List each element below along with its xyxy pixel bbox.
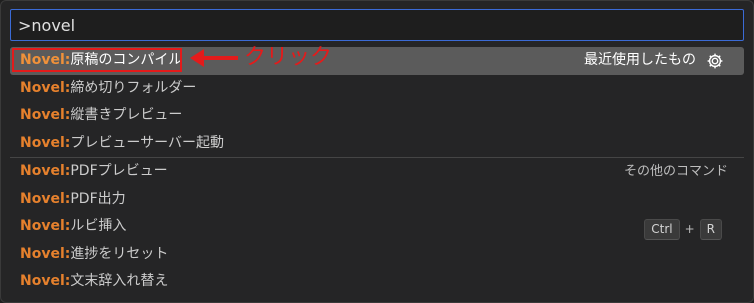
command-prefix: Novel: bbox=[20, 163, 71, 179]
command-label: Novel:ルビ挿入 bbox=[20, 213, 126, 240]
other-commands-label: その他のコマンド bbox=[623, 164, 728, 179]
command-prefix: Novel: bbox=[20, 107, 71, 123]
left-arrow-icon bbox=[190, 48, 238, 67]
command-prefix: Novel: bbox=[20, 134, 71, 151]
command-text: ルビ挿入 bbox=[70, 218, 127, 234]
keybinding-plus: + bbox=[684, 222, 695, 236]
command-palette: Novel:原稿のコンパイル クリック 最近使用したもの Novel:締め切りフ… bbox=[0, 0, 754, 303]
gear-icon[interactable] bbox=[706, 52, 724, 70]
command-prefix: Novel: bbox=[20, 218, 71, 234]
annotation-highlight-box bbox=[12, 48, 182, 72]
click-annotation-text: クリック bbox=[244, 45, 333, 70]
command-row-compile[interactable]: Novel:原稿のコンパイル クリック 最近使用したもの bbox=[10, 44, 744, 75]
command-text: 締め切りフォルダー bbox=[70, 79, 197, 96]
command-text: PDFプレビュー bbox=[70, 163, 168, 179]
command-label: Novel:文末辞入れ替え bbox=[20, 268, 168, 295]
command-row-pdf-preview[interactable]: Novel:PDFプレビュー その他のコマンド bbox=[10, 158, 744, 186]
command-prefix: Novel: bbox=[20, 79, 71, 96]
command-row-swap-sentence-endings[interactable]: Novel:文末辞入れ替え bbox=[10, 268, 744, 296]
command-prefix: Novel: bbox=[20, 273, 71, 289]
command-row-deadline-folder[interactable]: Novel:締め切りフォルダー bbox=[10, 75, 744, 103]
keybinding: Ctrl + R bbox=[644, 216, 722, 243]
command-text: 文末辞入れ替え bbox=[70, 273, 169, 289]
command-text: 縦書きプレビュー bbox=[70, 107, 183, 123]
command-label: Novel:進捗をリセット bbox=[20, 241, 168, 268]
command-row-reset-progress[interactable]: Novel:進捗をリセット bbox=[10, 241, 744, 269]
command-row-insert-ruby[interactable]: Novel:ルビ挿入 Ctrl + R bbox=[10, 213, 744, 241]
command-prefix: Novel: bbox=[20, 245, 71, 262]
command-row-vertical-preview[interactable]: Novel:縦書きプレビュー bbox=[10, 102, 744, 130]
command-row-pdf-output[interactable]: Novel:PDF出力 bbox=[10, 186, 744, 214]
command-text: PDF出力 bbox=[70, 190, 126, 207]
recently-used-label: 最近使用したもの bbox=[584, 52, 696, 68]
keybinding-key-r: R bbox=[699, 219, 722, 240]
command-label: Novel:プレビューサーバー起動 bbox=[20, 130, 224, 157]
command-text: 進捗をリセット bbox=[70, 245, 169, 262]
command-text: プレビューサーバー起動 bbox=[70, 134, 224, 151]
command-label: Novel:縦書きプレビュー bbox=[20, 102, 182, 129]
command-search-input[interactable] bbox=[10, 9, 744, 41]
command-row-preview-server[interactable]: Novel:プレビューサーバー起動 bbox=[10, 130, 744, 158]
command-label: Novel:PDFプレビュー bbox=[20, 158, 168, 185]
command-label: Novel:PDF出力 bbox=[20, 186, 126, 213]
command-prefix: Novel: bbox=[20, 190, 71, 207]
command-label: Novel:締め切りフォルダー bbox=[20, 75, 196, 102]
keybinding-key-ctrl: Ctrl bbox=[644, 219, 680, 240]
click-annotation: クリック bbox=[188, 44, 332, 71]
command-list: Novel:原稿のコンパイル クリック 最近使用したもの Novel:締め切りフ… bbox=[10, 44, 744, 296]
